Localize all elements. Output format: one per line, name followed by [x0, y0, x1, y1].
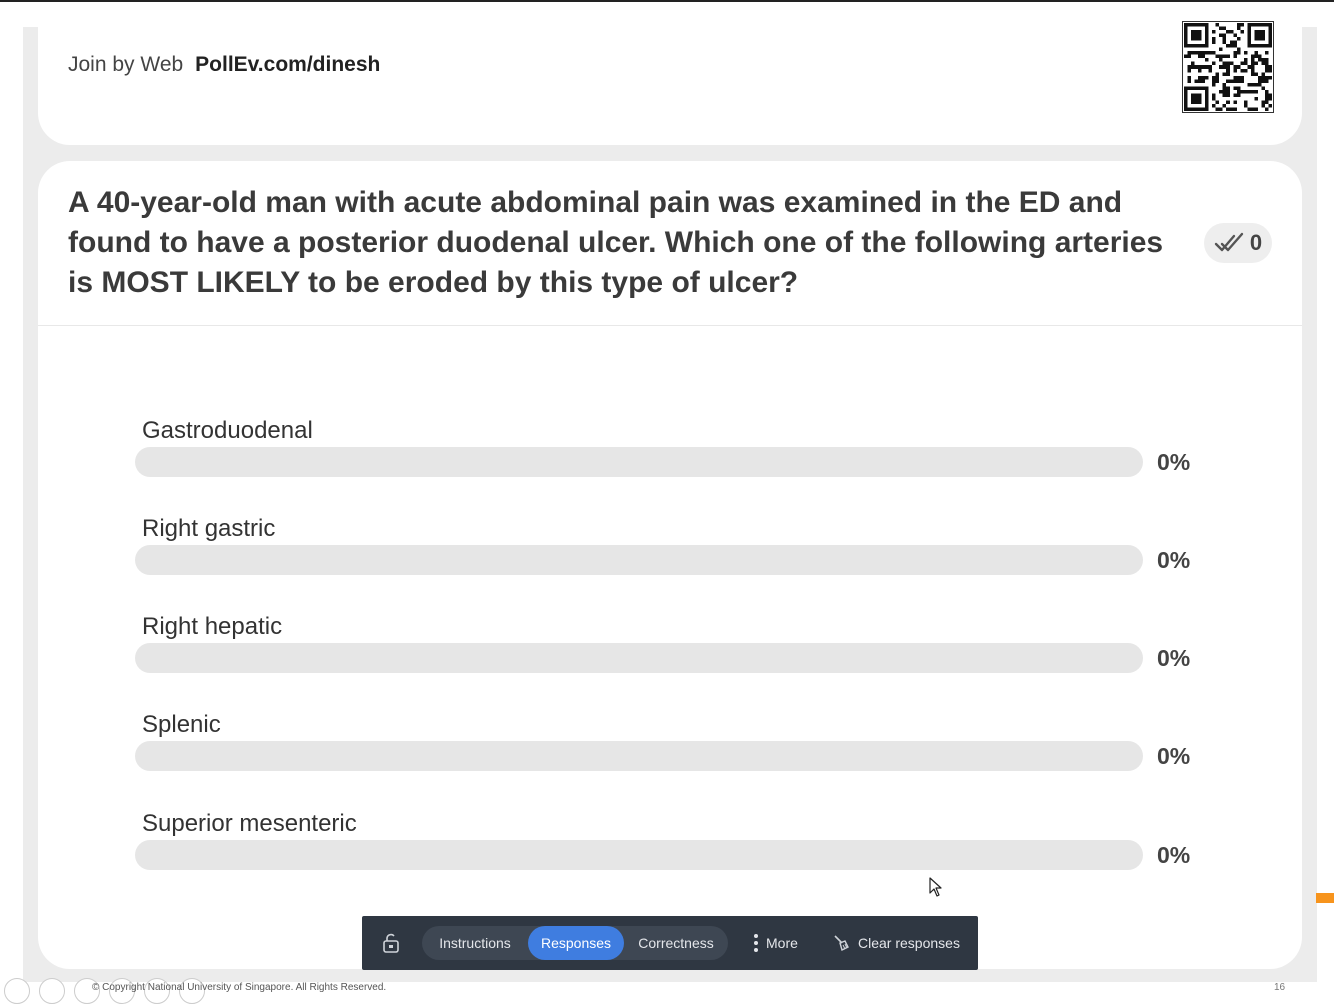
nav-back-icon[interactable]	[4, 978, 30, 1004]
option-label: Right gastric	[142, 515, 276, 542]
vertical-dots-icon	[754, 934, 758, 952]
response-count-badge: 0	[1204, 223, 1272, 263]
slide-number: 16	[1274, 982, 1286, 993]
option-percent: 0%	[1157, 743, 1191, 769]
join-instructions: Join by Web PollEv.com/dinesh	[68, 53, 380, 77]
option-row: Splenic 0%	[135, 711, 1235, 781]
option-bar	[135, 545, 1143, 575]
option-bar	[135, 447, 1143, 477]
option-label: Right hepatic	[142, 613, 283, 640]
option-row: Superior mesenteric 0%	[135, 810, 1235, 880]
join-url[interactable]: PollEv.com/dinesh	[195, 53, 380, 76]
option-percent: 0%	[1157, 842, 1191, 868]
option-percent: 0%	[1157, 547, 1191, 573]
join-label: Join by Web	[68, 53, 184, 76]
broom-icon	[834, 935, 849, 952]
nav-forward-icon[interactable]	[39, 978, 65, 1004]
option-label: Superior mesenteric	[142, 810, 357, 837]
option-label: Splenic	[142, 711, 221, 738]
more-button[interactable]: More	[754, 933, 798, 953]
view-tabs: Instructions Responses Correctness	[422, 926, 728, 960]
lock-screen-icon[interactable]	[380, 933, 402, 955]
presenter-toolbar: Instructions Responses Correctness More …	[362, 916, 978, 970]
option-row: Right gastric 0%	[135, 515, 1235, 585]
poll-question: A 40-year-old man with acute abdominal p…	[68, 186, 1164, 299]
checkmarks-icon	[1214, 232, 1244, 252]
side-panel-tab[interactable]	[1316, 893, 1334, 903]
more-label: More	[766, 935, 798, 951]
tab-responses[interactable]: Responses	[528, 926, 624, 960]
poll-card: A 40-year-old man with acute abdominal p…	[38, 161, 1302, 969]
mouse-cursor-icon	[929, 877, 942, 897]
option-row: Gastroduodenal 0%	[135, 417, 1235, 487]
option-bar	[135, 643, 1143, 673]
option-label: Gastroduodenal	[142, 417, 313, 444]
option-percent: 0%	[1157, 645, 1191, 671]
tab-instructions[interactable]: Instructions	[422, 926, 528, 960]
tab-correctness[interactable]: Correctness	[624, 926, 728, 960]
option-percent: 0%	[1157, 449, 1191, 475]
response-count: 0	[1249, 230, 1263, 255]
clear-responses-label: Clear responses	[858, 935, 960, 951]
clear-responses-button[interactable]: Clear responses	[832, 933, 960, 953]
question-divider	[38, 325, 1302, 326]
option-bar	[135, 840, 1143, 870]
option-row: Right hepatic 0%	[135, 613, 1235, 683]
qr-code-icon	[1182, 21, 1274, 113]
option-bar	[135, 741, 1143, 771]
window-top-border	[0, 0, 1334, 2]
poll-slide: Join by Web PollEv.com/dinesh A 40-year-o…	[23, 7, 1317, 982]
join-header: Join by Web PollEv.com/dinesh	[38, 7, 1302, 145]
copyright-notice: © Copyright National University of Singa…	[92, 982, 387, 993]
